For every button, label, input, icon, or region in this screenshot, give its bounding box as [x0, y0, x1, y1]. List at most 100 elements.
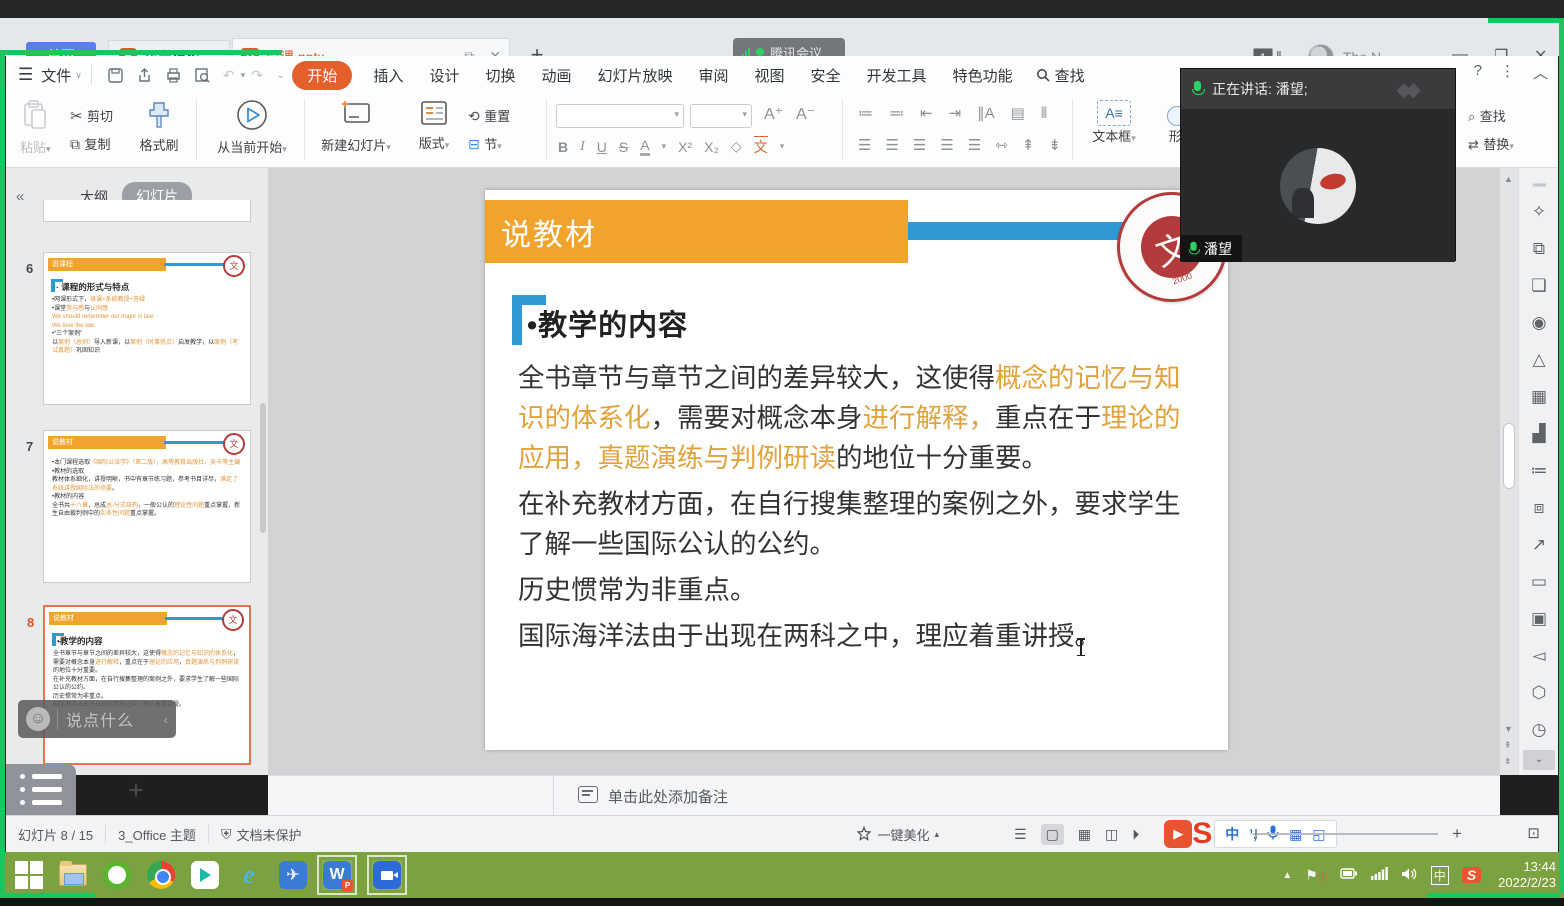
thumbnail-slide-7[interactable]: 7 说教材文 •本门课程选取《国际公法学》（第二版），高等教育出版社，吴卡等主编 •教…: [26, 430, 251, 583]
reading-view-icon[interactable]: ◫: [1105, 826, 1118, 843]
add-slide-button[interactable]: +: [118, 772, 154, 808]
theme-name[interactable]: 3_Office 主题: [118, 825, 196, 844]
menu-tab-1[interactable]: 设计: [416, 65, 472, 86]
layout-grid-icon[interactable]: ▦: [1519, 387, 1559, 407]
align-tool-icon-3[interactable]: ☰: [940, 136, 953, 154]
layout-button[interactable]: 版式▾: [408, 98, 460, 152]
badge-icon[interactable]: ◉: [1519, 313, 1559, 333]
menu-tab-4[interactable]: 幻灯片放映: [584, 65, 685, 86]
chart-icon[interactable]: ▟: [1519, 424, 1559, 444]
undo-icon[interactable]: ↶: [223, 67, 235, 84]
align-tool-icon-6[interactable]: ⇞: [1022, 136, 1035, 154]
vertical-scrollbar[interactable]: ▲ ▼ ⇞ ⇟: [1500, 168, 1518, 775]
strikethrough-button[interactable]: S: [619, 139, 628, 155]
align-tool-icon-4[interactable]: ☰: [968, 136, 981, 154]
collapse-ribbon-icon[interactable]: ︿: [1533, 62, 1548, 83]
export-icon[interactable]: [136, 67, 153, 84]
shrink-font-button[interactable]: A⁻: [796, 104, 815, 124]
format-painter-button[interactable]: 格式刷: [132, 100, 186, 154]
superscript-button[interactable]: X²: [678, 139, 692, 155]
system-clock[interactable]: 13:44 2022/2/23: [1498, 859, 1556, 891]
protect-status[interactable]: 文档未保护: [236, 825, 301, 844]
align-tool-icon-0[interactable]: ☰: [858, 136, 871, 154]
pinyin-guide-button[interactable]: 文: [753, 136, 768, 157]
menu-tab-5[interactable]: 审阅: [686, 65, 742, 86]
para-tool-icon-0[interactable]: ≔: [858, 104, 873, 122]
slide-editor[interactable]: 说教材 文 2000 •教学的内容 全书章节与章节之间的差异较大，这使得概念的记…: [485, 177, 1325, 750]
fit-slide-button[interactable]: ⊡: [1527, 824, 1540, 842]
tencent-meeting-icon[interactable]: [367, 855, 407, 895]
menu-tab-3[interactable]: 动画: [528, 65, 584, 86]
play-from-current-button[interactable]: 从当前开始▾: [206, 98, 298, 156]
file-explorer-icon[interactable]: [58, 860, 88, 890]
clear-format-button[interactable]: ◇: [731, 138, 742, 155]
ime-play-icon[interactable]: ▶: [1164, 820, 1193, 848]
para-tool-icon-2[interactable]: ⇤: [920, 104, 933, 122]
font-name-select[interactable]: [556, 104, 684, 128]
scroll-down-icon[interactable]: ▼: [1504, 724, 1513, 734]
zoom-in-button[interactable]: +: [1452, 824, 1462, 844]
tray-expand-icon[interactable]: ▲: [1282, 870, 1292, 881]
slide-paragraph-1[interactable]: 全书章节与章节之间的差异较大，这使得概念的记忆与知识的体系化，需要对概念本身进行…: [518, 358, 1198, 478]
history-clock-icon[interactable]: ◷: [1519, 720, 1559, 740]
volume-icon[interactable]: [1401, 867, 1418, 884]
thumbnail-slide5-partial[interactable]: [43, 200, 251, 222]
chrome-icon[interactable]: [146, 860, 176, 890]
beautify-effects-icon[interactable]: ✧: [1519, 202, 1559, 222]
bold-button[interactable]: B: [558, 139, 568, 155]
battery-icon[interactable]: [1340, 867, 1358, 883]
slide-sorter-icon[interactable]: ▦: [1078, 826, 1091, 843]
picture-icon[interactable]: ▣: [1519, 609, 1559, 629]
menu-tab-6[interactable]: 视图: [742, 65, 798, 86]
action-center-flag-icon[interactable]: ⚑ⓧ: [1305, 867, 1327, 884]
sogou-tray-icon[interactable]: S: [1461, 867, 1482, 883]
menu-tab-8[interactable]: 开发工具: [854, 65, 940, 86]
replace-button[interactable]: ⇄ 替换▾: [1468, 134, 1514, 154]
underline-button[interactable]: U: [597, 139, 607, 155]
meeting-video-frame[interactable]: 潘望: [1181, 109, 1455, 262]
ime-chinese-toggle[interactable]: 中: [1225, 824, 1239, 844]
notes-toggle-icon[interactable]: ☰: [1014, 826, 1027, 843]
notes-placeholder[interactable]: 单击此处添加备注: [608, 786, 728, 807]
panel-scrollbar[interactable]: [260, 403, 266, 533]
meeting-overlay-header[interactable]: 正在讲话: 潘望; ◆◆: [1181, 69, 1455, 109]
chevron-left-icon[interactable]: ‹: [164, 712, 168, 727]
italic-button[interactable]: I: [580, 139, 585, 155]
network-signal-icon[interactable]: [1370, 867, 1388, 883]
para-tool-icon-1[interactable]: ≕: [889, 104, 904, 122]
textbox-button[interactable]: A≡ 文本框▾: [1084, 98, 1144, 145]
previous-slide-icon[interactable]: ⇞: [1504, 740, 1512, 751]
chat-placeholder[interactable]: 说点什么: [66, 707, 164, 731]
thumbnail-slide-6[interactable]: 6 说课程文 · 课程的形式与特点 •网课形式下，录课+系统教授+答疑 •课堂参与感与认…: [26, 252, 251, 405]
para-tool-icon-3[interactable]: ⇥: [949, 104, 962, 122]
notes-bar[interactable]: 单击此处添加备注: [268, 775, 1500, 816]
collapse-panel-button[interactable]: «: [16, 188, 24, 205]
rail-drag-handle[interactable]: ══: [1519, 180, 1559, 191]
start-button[interactable]: [14, 860, 44, 890]
toolbar-more-icon[interactable]: ⌄: [277, 70, 285, 81]
normal-view-icon[interactable]: ▢: [1040, 823, 1064, 845]
scroll-up-icon[interactable]: ▲: [1504, 174, 1513, 184]
slide-paragraph-2[interactable]: 在补充教材方面，在自行搜集整理的案例之外，要求学生了解一些国际公认的公约。: [518, 484, 1198, 564]
subscript-button[interactable]: X₂: [704, 139, 719, 155]
help-icon[interactable]: ?: [1474, 62, 1482, 83]
para-tool-icon-4[interactable]: ∥A: [977, 104, 995, 122]
print-icon[interactable]: [165, 67, 182, 84]
para-tool-icon-6[interactable]: ⫴: [1041, 105, 1047, 122]
slide-paragraph-3[interactable]: 历史惯常为非重点。: [518, 570, 1198, 610]
slide-body-text[interactable]: 全书章节与章节之间的差异较大，这使得概念的记忆与知识的体系化，需要对概念本身进行…: [518, 358, 1198, 662]
align-tool-icon-1[interactable]: ☰: [885, 136, 898, 154]
paste-button[interactable]: 粘贴▾: [20, 100, 51, 156]
align-tool-icon-2[interactable]: ☰: [913, 136, 926, 154]
beautify-button[interactable]: 一键美化 ▴: [856, 825, 939, 844]
share-icon[interactable]: ↗: [1519, 535, 1559, 555]
font-color-button[interactable]: A: [640, 137, 650, 156]
grow-font-button[interactable]: A⁺: [764, 104, 783, 124]
adjust-sliders-icon[interactable]: ≔: [1519, 461, 1559, 481]
menu-tab-start[interactable]: 开始: [292, 60, 353, 90]
cut-button[interactable]: ✂ 剪切: [70, 106, 113, 126]
align-tool-icon-5[interactable]: ⇿: [995, 136, 1008, 154]
merge-shapes-icon[interactable]: ❏: [1519, 276, 1559, 296]
print-preview-icon[interactable]: [194, 67, 211, 84]
undo-caret-icon[interactable]: ▾: [241, 70, 246, 81]
